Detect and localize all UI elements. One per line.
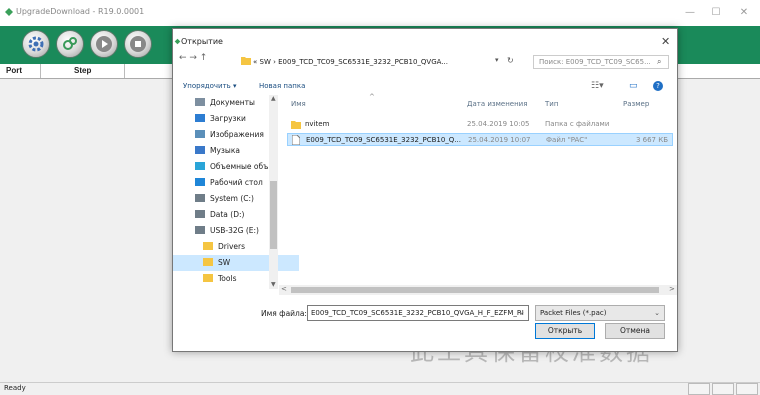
file-type: Папка с файлами (545, 120, 610, 128)
search-icon: ⌕ (657, 57, 662, 66)
chevron-down-icon[interactable]: ⌄ (519, 308, 525, 316)
column-name[interactable]: Имя (291, 100, 306, 108)
file-row[interactable]: nvitem 25.04.2019 10:05 Папка с файлами (287, 118, 673, 131)
minimize-button[interactable]: — (680, 4, 700, 22)
refresh-icon[interactable]: ↻ (507, 56, 514, 65)
file-size: 3 667 КБ (635, 136, 668, 144)
file-type: Файл "PAC" (546, 136, 588, 144)
horizontal-scrollbar-thumb[interactable] (291, 287, 659, 293)
status-pane (712, 383, 734, 395)
close-button[interactable]: ✕ (734, 4, 754, 22)
open-button[interactable]: Открыть (535, 323, 595, 339)
sort-arrow-icon: ^ (369, 93, 375, 101)
tree-scrollbar-thumb[interactable] (270, 181, 277, 249)
documents-icon (195, 98, 205, 106)
open-file-dialog: Открытие ✕ ← → ↑ « SW › E009_TCD_TC09_SC… (172, 28, 678, 352)
scroll-up-icon[interactable]: ▲ (271, 95, 276, 102)
column-divider (40, 64, 41, 78)
help-icon[interactable]: ? (653, 81, 663, 91)
chevron-down-icon[interactable]: ▾ (495, 56, 499, 64)
settings-button[interactable] (22, 30, 50, 58)
dialog-title: Открытие (181, 37, 223, 46)
stop-icon (130, 36, 146, 52)
address-bar[interactable]: « SW › E009_TCD_TC09_SC6531E_3232_PCB10_… (253, 55, 515, 69)
downloads-icon (195, 114, 205, 122)
nav-buttons[interactable]: ← → ↑ (179, 53, 207, 63)
filename-label: Имя файла: (261, 309, 307, 318)
tree-item-sw[interactable]: SW (173, 255, 299, 271)
column-divider (124, 64, 125, 78)
scroll-down-icon[interactable]: ▼ (271, 281, 276, 288)
scroll-right-icon[interactable]: > (669, 285, 675, 293)
file-icon (292, 135, 300, 145)
file-date: 25.04.2019 10:07 (468, 136, 531, 144)
load-packet-button[interactable] (56, 30, 84, 58)
status-pane (736, 383, 758, 395)
file-row-selected[interactable]: E009_TCD_TC09_SC6531E_3232_PCB10_Q... 25… (287, 133, 673, 146)
dialog-icon (174, 38, 181, 45)
cancel-button[interactable]: Отмена (605, 323, 665, 339)
status-pane (688, 383, 710, 395)
gears-icon (63, 37, 77, 50)
drive-icon (195, 210, 205, 218)
stop-button[interactable] (124, 30, 152, 58)
gear-icon (28, 36, 44, 52)
status-text: Ready (4, 384, 26, 392)
desktop-icon (195, 178, 205, 186)
column-type[interactable]: Тип (545, 100, 558, 108)
filename-input[interactable]: E009_TCD_TC09_SC6531E_3232_PCB10_QVGA_H_… (307, 305, 529, 321)
chevron-down-icon: ⌄ (654, 309, 660, 317)
usb-drive-icon (195, 226, 205, 234)
file-name: E009_TCD_TC09_SC6531E_3232_PCB10_Q... (306, 136, 461, 144)
folder-icon (203, 242, 213, 250)
tree-item-drivers[interactable]: Drivers (173, 239, 299, 255)
start-button[interactable] (90, 30, 118, 58)
app-icon (5, 8, 13, 16)
new-folder-button[interactable]: Новая папка (259, 82, 305, 90)
music-icon (195, 146, 205, 154)
scroll-left-icon[interactable]: < (281, 285, 287, 293)
3d-objects-icon (195, 162, 205, 170)
navigation-pane: Документы Загрузки Изображения Музыка Об… (173, 95, 299, 289)
maximize-button[interactable]: ☐ (706, 4, 726, 22)
file-type-filter[interactable]: Packet Files (*.pac) ⌄ (535, 305, 665, 321)
app-title: UpgradeDownload - R19.0.0001 (16, 7, 145, 16)
play-icon (96, 36, 112, 52)
port-column-header[interactable]: Port (6, 66, 22, 75)
status-bar (0, 382, 760, 395)
dialog-close-button[interactable]: ✕ (661, 35, 670, 48)
folder-icon (291, 121, 301, 129)
step-column-header[interactable]: Step (74, 66, 91, 75)
folder-icon (203, 274, 213, 282)
pictures-icon (195, 130, 205, 138)
drive-icon (195, 194, 205, 202)
view-options-icon[interactable]: ☷▾ (591, 81, 604, 91)
file-date: 25.04.2019 10:05 (467, 120, 530, 128)
organize-menu[interactable]: Упорядочить ▾ (183, 82, 237, 90)
file-name: nvitem (305, 120, 330, 128)
folder-icon (203, 258, 213, 266)
folder-icon (241, 57, 251, 65)
column-date[interactable]: Дата изменения (467, 100, 527, 108)
preview-pane-icon[interactable]: ▭ (629, 81, 638, 91)
column-size[interactable]: Размер (623, 100, 649, 108)
search-input[interactable]: Поиск: E009_TCD_TC09_SC65... (533, 55, 669, 69)
